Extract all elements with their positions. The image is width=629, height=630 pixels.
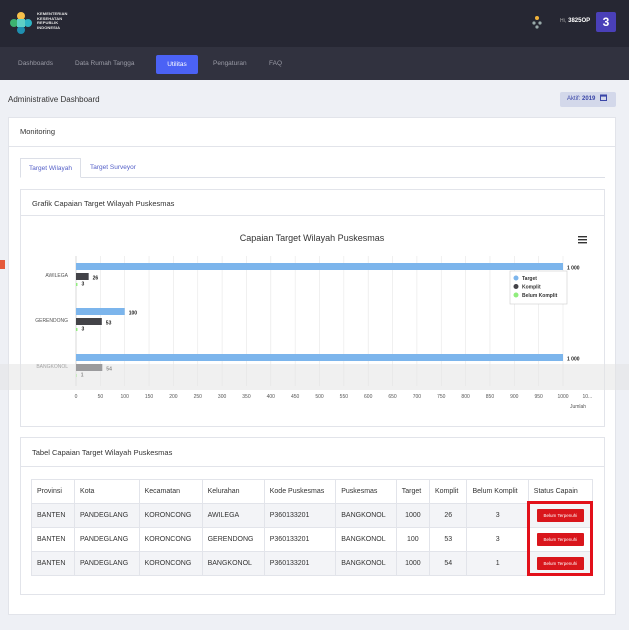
col-kecamatan[interactable]: Kecamatan bbox=[138, 479, 203, 504]
cell-belum-komplit: 1 bbox=[466, 551, 529, 576]
table-row: BANTEN PANDEGLANG KORONCONG AWILEGA P360… bbox=[30, 503, 594, 528]
monitoring-title: Monitoring bbox=[20, 127, 56, 136]
tab-target-wilayah[interactable]: Target Wilayah bbox=[20, 158, 81, 178]
cell-kode: P360133201 bbox=[263, 551, 337, 576]
table-row: BANTEN PANDEGLANG KORONCONG BANGKONOL P3… bbox=[30, 551, 594, 576]
page-title: Administrative Dashboard bbox=[8, 95, 100, 104]
dots-menu-icon[interactable] bbox=[531, 15, 543, 29]
aktif-year-button[interactable]: Aktif: 2019 bbox=[560, 92, 616, 107]
cell-belum-komplit: 3 bbox=[466, 527, 529, 552]
cell-puskesmas: BANGKONOL bbox=[335, 551, 397, 576]
monitoring-tabs: Target Wilayah Target Surveyor bbox=[20, 158, 605, 178]
cell-kecamatan: KORONCONG bbox=[138, 551, 203, 576]
cell-belum-komplit: 3 bbox=[466, 503, 529, 528]
kemenkes-logo[interactable] bbox=[8, 10, 34, 36]
cell-target: 100 bbox=[395, 527, 430, 552]
user-greeting[interactable]: Hi, 3825OP bbox=[560, 18, 590, 24]
cell-kelurahan: GERENDONG bbox=[201, 527, 265, 552]
col-target[interactable]: Target bbox=[395, 479, 430, 504]
nav-dashboards[interactable]: Dashboards bbox=[18, 60, 53, 67]
nav-data-rumah-tangga[interactable]: Data Rumah Tangga bbox=[75, 60, 135, 67]
table-row: BANTEN PANDEGLANG KORONCONG GERENDONG P3… bbox=[30, 527, 594, 552]
col-status-capain[interactable]: Status Capain bbox=[527, 479, 594, 504]
cell-kota: PANDEGLANG bbox=[74, 527, 140, 552]
cell-kota: PANDEGLANG bbox=[74, 551, 140, 576]
table-header-row: Provinsi Kota Kecamatan Kelurahan Kode P… bbox=[30, 479, 594, 504]
divider bbox=[20, 215, 605, 216]
col-kota[interactable]: Kota bbox=[74, 479, 140, 504]
user-avatar-badge[interactable]: 3 bbox=[596, 12, 616, 32]
divider bbox=[20, 466, 605, 467]
cell-kelurahan: AWILEGA bbox=[201, 503, 265, 528]
cell-provinsi: BANTEN bbox=[30, 527, 76, 552]
cell-kelurahan: BANGKONOL bbox=[201, 551, 265, 576]
side-marker[interactable] bbox=[0, 260, 5, 269]
col-kelurahan[interactable]: Kelurahan bbox=[201, 479, 265, 504]
calendar-icon bbox=[600, 94, 608, 101]
chart-card-title: Grafik Capaian Target Wilayah Puskesmas bbox=[32, 199, 175, 208]
tab-target-surveyor[interactable]: Target Surveyor bbox=[82, 158, 144, 178]
col-puskesmas[interactable]: Puskesmas bbox=[335, 479, 397, 504]
overlay-band bbox=[0, 364, 629, 390]
table-card-title: Tabel Capaian Target Wilayah Puskesmas bbox=[32, 448, 173, 457]
top-bar: KEMENTERIAN KESEHATAN REPUBLIK INDONESIA… bbox=[0, 0, 629, 47]
cell-kecamatan: KORONCONG bbox=[138, 527, 203, 552]
nav-pengaturan[interactable]: Pengaturan bbox=[213, 60, 247, 67]
cell-target: 1000 bbox=[395, 551, 430, 576]
col-kode-puskesmas[interactable]: Kode Puskesmas bbox=[263, 479, 337, 504]
cell-komplit: 54 bbox=[428, 551, 468, 576]
nav-faq[interactable]: FAQ bbox=[269, 60, 282, 67]
cell-kode: P360133201 bbox=[263, 527, 337, 552]
cell-provinsi: BANTEN bbox=[30, 551, 76, 576]
cell-target: 1000 bbox=[395, 503, 430, 528]
chart-card bbox=[20, 189, 605, 427]
col-komplit[interactable]: Komplit bbox=[428, 479, 468, 504]
cell-kode: P360133201 bbox=[263, 503, 337, 528]
status-highlight-outline bbox=[527, 501, 593, 576]
cell-kota: PANDEGLANG bbox=[74, 503, 140, 528]
col-provinsi[interactable]: Provinsi bbox=[30, 479, 76, 504]
divider bbox=[8, 146, 616, 147]
cell-komplit: 26 bbox=[428, 503, 468, 528]
col-belum-komplit[interactable]: Belum Komplit bbox=[466, 479, 529, 504]
user-name: 3825OP bbox=[568, 18, 591, 24]
chart-menu-icon[interactable] bbox=[578, 236, 587, 244]
cell-provinsi: BANTEN bbox=[30, 503, 76, 528]
nav-utilitas[interactable]: Utilitas bbox=[156, 55, 198, 74]
logo-text: KEMENTERIAN KESEHATAN REPUBLIK INDONESIA bbox=[37, 11, 68, 30]
cell-kecamatan: KORONCONG bbox=[138, 503, 203, 528]
cell-puskesmas: BANGKONOL bbox=[335, 527, 397, 552]
capaian-table: Provinsi Kota Kecamatan Kelurahan Kode P… bbox=[30, 479, 594, 576]
cell-komplit: 53 bbox=[428, 527, 468, 552]
cell-puskesmas: BANGKONOL bbox=[335, 503, 397, 528]
